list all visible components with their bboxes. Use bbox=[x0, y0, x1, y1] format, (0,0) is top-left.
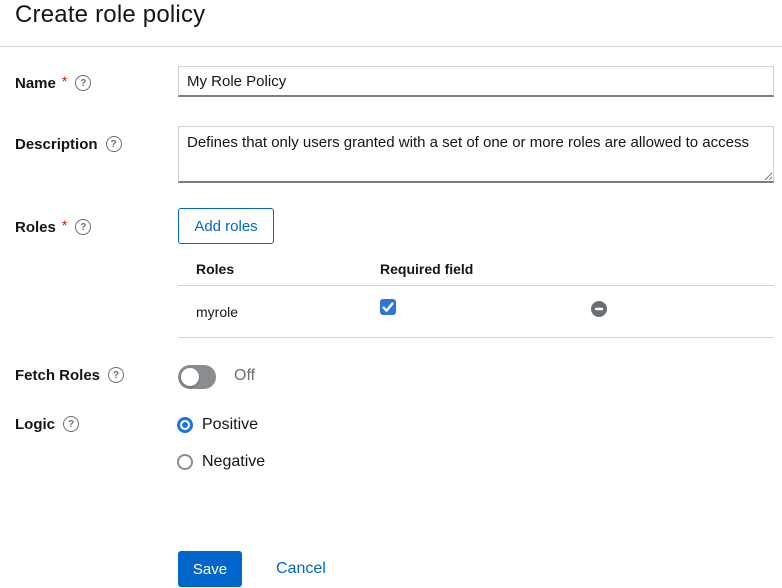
negative-radio-label: Negative bbox=[202, 453, 265, 471]
cancel-button[interactable]: Cancel bbox=[276, 560, 326, 578]
header-divider bbox=[0, 46, 782, 47]
description-label: Description bbox=[15, 136, 98, 153]
toggle-knob bbox=[181, 368, 199, 386]
name-help-icon[interactable]: ? bbox=[75, 75, 91, 91]
logic-help-icon[interactable]: ? bbox=[63, 416, 79, 432]
remove-cell bbox=[591, 301, 774, 322]
logic-label-group: Logic ? bbox=[15, 415, 79, 433]
description-textarea[interactable]: Defines that only users granted with a s… bbox=[178, 126, 774, 183]
name-label: Name bbox=[15, 75, 56, 92]
logic-option-negative[interactable]: Negative bbox=[177, 453, 265, 471]
save-button[interactable]: Save bbox=[178, 551, 242, 587]
role-name-cell: myrole bbox=[178, 304, 380, 320]
roles-table: Roles Required field myrole bbox=[178, 252, 774, 338]
logic-label: Logic bbox=[15, 416, 55, 433]
page-title: Create role policy bbox=[15, 1, 205, 29]
name-input[interactable] bbox=[178, 66, 774, 97]
required-checkbox-cell bbox=[380, 301, 591, 322]
fetch-roles-state-label: Off bbox=[234, 367, 255, 385]
roles-required-asterisk: * bbox=[62, 217, 67, 233]
fetch-roles-help-icon[interactable]: ? bbox=[108, 367, 124, 383]
roles-label: Roles bbox=[15, 219, 56, 236]
remove-role-button[interactable] bbox=[591, 301, 607, 317]
fetch-roles-label-group: Fetch Roles ? bbox=[15, 366, 124, 384]
minus-circle-icon bbox=[591, 301, 607, 317]
roles-help-icon[interactable]: ? bbox=[75, 219, 91, 235]
description-label-group: Description ? bbox=[15, 135, 122, 153]
positive-radio-label: Positive bbox=[202, 416, 258, 434]
radio-unselected-icon[interactable] bbox=[177, 454, 193, 470]
roles-label-group: Roles * ? bbox=[15, 218, 91, 236]
create-role-policy-page: Create role policy Name * ? Description … bbox=[0, 0, 782, 588]
table-row: myrole bbox=[178, 286, 774, 338]
required-checkbox[interactable] bbox=[380, 299, 396, 315]
required-field-column-header: Required field bbox=[380, 261, 591, 277]
logic-option-positive[interactable]: Positive bbox=[177, 416, 258, 434]
name-required-asterisk: * bbox=[62, 73, 67, 89]
fetch-roles-toggle[interactable] bbox=[178, 365, 216, 389]
roles-column-header: Roles bbox=[178, 261, 380, 277]
fetch-roles-label: Fetch Roles bbox=[15, 367, 100, 384]
name-label-group: Name * ? bbox=[15, 74, 91, 92]
description-help-icon[interactable]: ? bbox=[106, 136, 122, 152]
add-roles-button[interactable]: Add roles bbox=[178, 208, 274, 244]
check-icon bbox=[380, 299, 396, 315]
radio-selected-icon[interactable] bbox=[177, 417, 193, 433]
roles-table-header-row: Roles Required field bbox=[178, 252, 774, 286]
